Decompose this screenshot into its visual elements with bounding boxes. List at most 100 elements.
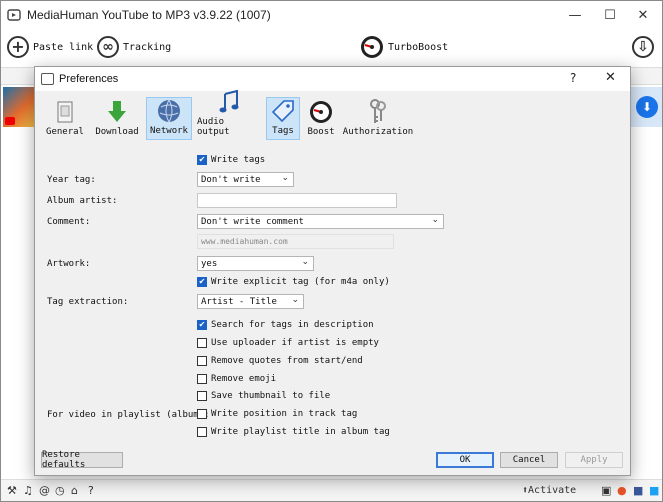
search-description-label: Search for tags in description (211, 320, 374, 330)
dialog-close-button[interactable]: ✕ (605, 70, 616, 85)
use-uploader-checkbox[interactable]: Use uploader if artist is empty (197, 338, 379, 348)
tag-extraction-value: Artist - Title (201, 296, 277, 307)
preferences-icon (41, 73, 54, 85)
tag-extraction-label: Tag extraction: (47, 297, 129, 307)
help-icon[interactable]: ? (88, 484, 94, 497)
home-icon[interactable]: ⌂ (71, 484, 78, 497)
remove-quotes-checkbox[interactable]: Remove quotes from start/end (197, 356, 363, 366)
reddit-icon[interactable]: ● (617, 484, 627, 497)
use-uploader-label: Use uploader if artist is empty (211, 338, 379, 348)
tab-audio-output[interactable]: Audio output (197, 90, 261, 140)
checkbox-unchecked-icon (197, 338, 207, 348)
year-tag-select[interactable]: Don't write ⌄ (197, 172, 294, 187)
tracking-icon: ∞ (97, 36, 119, 58)
keys-icon (366, 99, 390, 124)
turboboost-gauge-icon (361, 36, 383, 58)
app-logo-icon (7, 9, 21, 21)
write-position-label: Write position in track tag (211, 409, 358, 419)
chevron-down-icon: ⌄ (431, 215, 439, 225)
artwork-select[interactable]: yes ⌄ (197, 256, 314, 271)
checkbox-unchecked-icon (197, 409, 207, 419)
artwork-value: yes (201, 258, 218, 269)
dialog-title: Preferences (59, 73, 119, 85)
clock-icon[interactable]: ◷ (55, 484, 65, 497)
music-note-icon[interactable]: ♫ (23, 484, 33, 497)
facebook-icon[interactable]: ■ (633, 484, 643, 497)
tag-extraction-select[interactable]: Artist - Title ⌄ (197, 294, 304, 309)
download-arrow-icon (105, 100, 129, 124)
tab-authorization[interactable]: Authorization (343, 97, 413, 140)
wrench-icon[interactable]: ⚒ (7, 484, 17, 497)
tab-network[interactable]: Network (146, 97, 192, 140)
tag-icon (271, 99, 295, 123)
tab-network-label: Network (150, 126, 188, 136)
music-notes-icon (217, 90, 241, 114)
close-button[interactable]: ✕ (623, 1, 663, 29)
chevron-down-icon: ⌄ (291, 295, 299, 305)
cancel-button[interactable]: Cancel (500, 452, 558, 468)
checkbox-unchecked-icon (197, 391, 207, 401)
snail-icon[interactable]: @ (39, 484, 50, 497)
comment-label: Comment: (47, 217, 91, 227)
checkbox-checked-icon: ✔ (197, 277, 207, 287)
status-bar: ⚒ ♫ @ ◷ ⌂ ? ⬆Activate ▣ ● ■ ■ (1, 479, 662, 501)
comment-value: Don't write comment (201, 216, 304, 227)
tab-tags-label: Tags (272, 126, 294, 136)
write-explicit-checkbox[interactable]: ✔ Write explicit tag (for m4a only) (197, 277, 390, 287)
title-bar: MediaHuman YouTube to MP3 v3.9.22 (1007)… (1, 1, 662, 29)
activate-label: Activate (528, 485, 577, 496)
turboboost-button[interactable]: TurboBoost (360, 34, 448, 60)
write-tags-label: Write tags (211, 155, 266, 165)
write-tags-checkbox[interactable]: ✔ Write tags (197, 155, 265, 165)
checkbox-unchecked-icon (197, 427, 207, 437)
store-icon[interactable]: ▣ (601, 484, 611, 497)
twitter-icon[interactable]: ■ (649, 484, 659, 497)
youtube-icon (5, 117, 15, 125)
album-artist-label: Album artist: (47, 196, 118, 206)
tab-download[interactable]: Download (93, 97, 141, 140)
paste-link-label: Paste link (33, 41, 94, 53)
download-all-button[interactable]: ⇩ (632, 34, 654, 60)
remove-quotes-label: Remove quotes from start/end (211, 356, 363, 366)
toolbar: + Paste link ∞ Tracking TurboBoost ⇩ (1, 29, 662, 65)
year-tag-value: Don't write (201, 174, 261, 185)
search-description-checkbox[interactable]: ✔ Search for tags in description (197, 320, 374, 330)
turboboost-label: TurboBoost (388, 41, 449, 53)
write-playlist-title-checkbox[interactable]: Write playlist title in album tag (197, 427, 390, 437)
apply-button[interactable]: Apply (565, 452, 623, 468)
checkbox-unchecked-icon (197, 356, 207, 366)
tracking-label: Tracking (123, 41, 172, 53)
checkbox-checked-icon: ✔ (197, 155, 207, 165)
paste-link-button[interactable]: + Paste link (7, 34, 93, 60)
year-tag-label: Year tag: (47, 175, 96, 185)
write-explicit-label: Write explicit tag (for m4a only) (211, 277, 390, 287)
activate-link[interactable]: ⬆Activate (522, 485, 576, 496)
tab-general[interactable]: General (43, 97, 87, 140)
dialog-help-button[interactable]: ? (570, 71, 576, 85)
ok-button[interactable]: OK (436, 452, 494, 468)
checkbox-unchecked-icon (197, 374, 207, 384)
write-position-checkbox[interactable]: Write position in track tag (197, 409, 357, 419)
playlist-label: For video in playlist (album): (47, 410, 210, 420)
minimize-button[interactable]: — (555, 1, 595, 29)
gauge-icon (309, 100, 333, 124)
download-item-icon[interactable]: ⬇ (636, 96, 658, 118)
tab-boost[interactable]: Boost (305, 97, 337, 140)
save-thumbnail-checkbox[interactable]: Save thumbnail to file (197, 391, 330, 401)
comment-select[interactable]: Don't write comment ⌄ (197, 214, 444, 229)
general-icon (53, 100, 77, 124)
remove-emoji-checkbox[interactable]: Remove emoji (197, 374, 276, 384)
tab-audio-output-label: Audio output (197, 117, 230, 137)
tab-authorization-label: Authorization (342, 127, 414, 137)
tab-boost-label: Boost (307, 127, 335, 137)
album-artist-field[interactable] (197, 193, 397, 208)
plus-icon: + (7, 36, 29, 58)
remove-emoji-label: Remove emoji (211, 374, 277, 384)
tab-download-label: Download (95, 127, 139, 137)
tab-general-label: General (46, 127, 84, 137)
restore-defaults-button[interactable]: Restore defaults (41, 450, 123, 470)
chevron-down-icon: ⌄ (301, 257, 309, 267)
tracking-button[interactable]: ∞ Tracking (97, 34, 171, 60)
tab-tags[interactable]: Tags (266, 97, 300, 140)
dialog-title-bar: Preferences ? ✕ (35, 67, 630, 91)
